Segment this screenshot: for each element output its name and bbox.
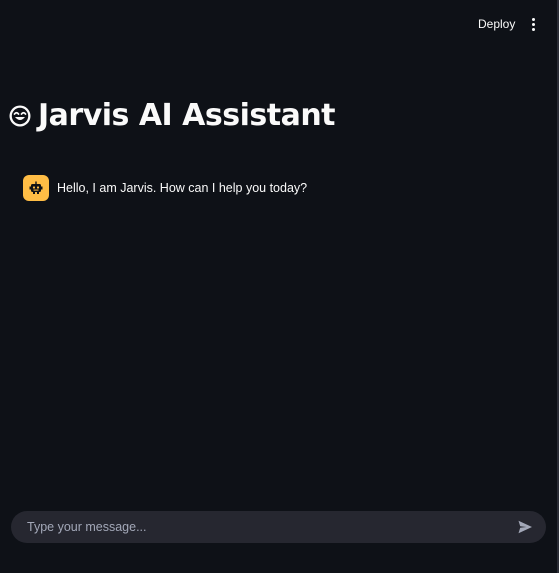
app-root: Deploy Jarvis AI Assistant Hello, I am J…	[0, 0, 559, 573]
robot-icon	[23, 175, 49, 201]
chat-message-text: Hello, I am Jarvis. How can I help you t…	[57, 181, 308, 195]
smiling-face-icon	[9, 105, 31, 127]
page-title-row: Jarvis AI Assistant	[8, 96, 336, 136]
send-icon[interactable]	[516, 518, 534, 536]
kebab-dot	[531, 22, 535, 26]
kebab-dot	[531, 27, 535, 31]
chat-input[interactable]	[25, 519, 516, 535]
send-arrow	[518, 520, 532, 534]
chat-message-assistant: Hello, I am Jarvis. How can I help you t…	[23, 175, 307, 201]
deploy-button[interactable]: Deploy	[470, 14, 523, 34]
chat-input-container	[11, 511, 546, 543]
robot-glyph	[29, 181, 43, 194]
header-toolbar: Deploy	[0, 0, 559, 48]
kebab-dot	[531, 17, 535, 21]
page-title: Jarvis AI Assistant	[38, 98, 336, 133]
kebab-menu-icon[interactable]	[523, 14, 543, 34]
